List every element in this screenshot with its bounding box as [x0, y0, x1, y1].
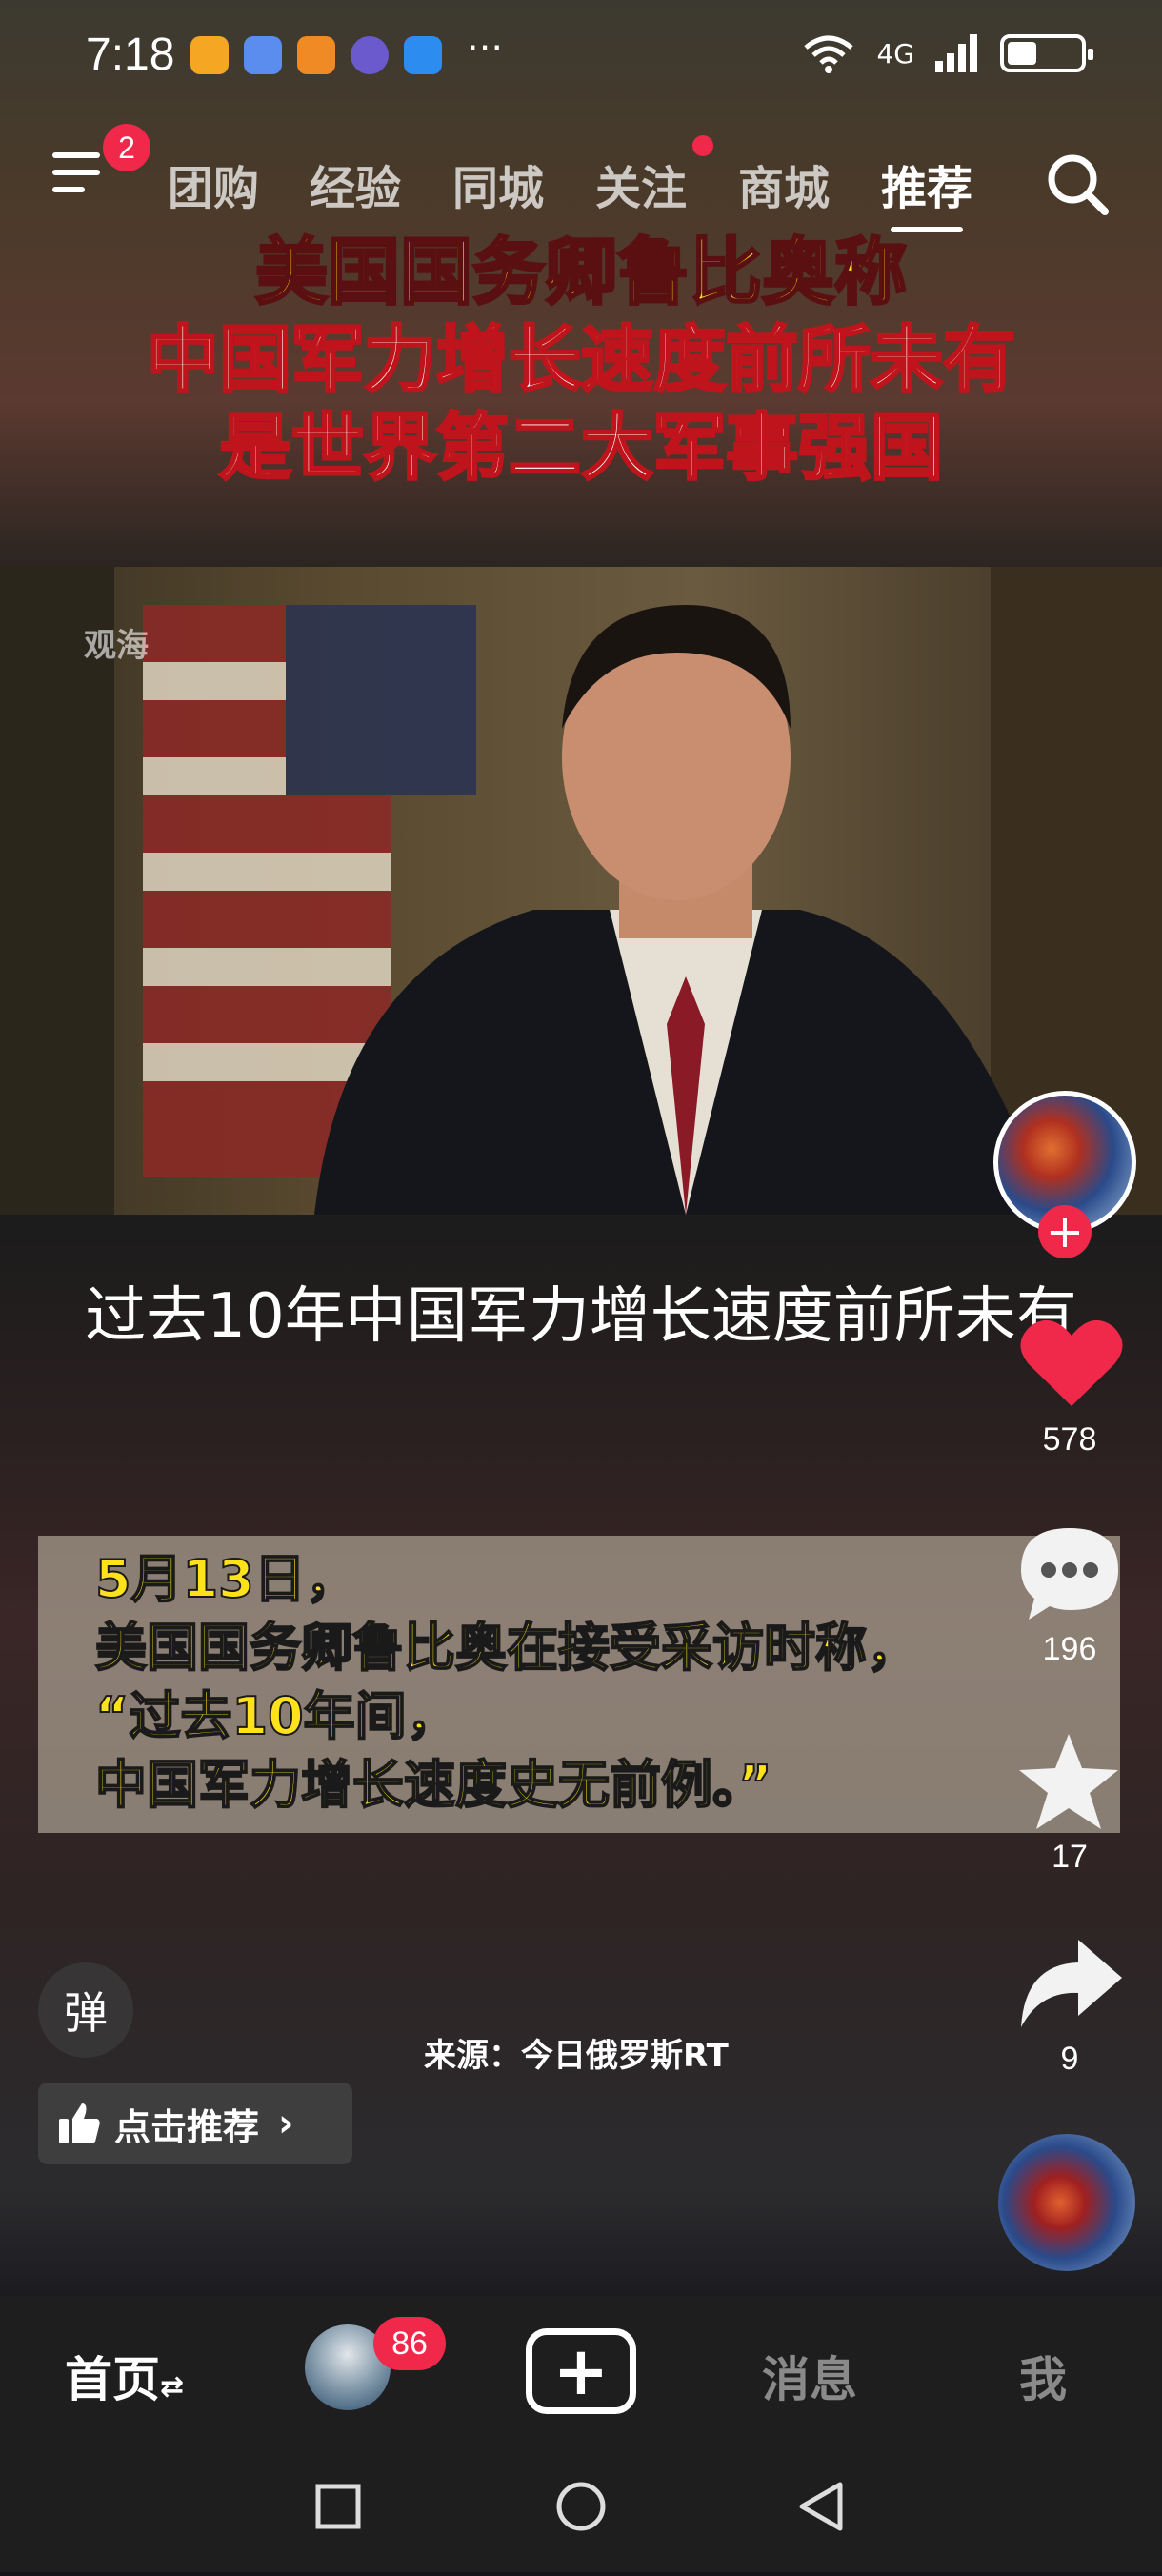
channel-logo: 观海 [84, 627, 149, 665]
headline-line-1: 美国国务卿鲁比奥称 [254, 229, 909, 316]
video-subtitle: 过去10年中国军力增长速度前所未有 [85, 1281, 1077, 1352]
danmu-toggle-button[interactable]: 弹 [38, 1962, 133, 2058]
signal-icon [935, 34, 977, 72]
system-nav-icons [315, 2482, 843, 2531]
favorite-count: 17 [1052, 1839, 1088, 1875]
network-type: 4G [876, 37, 914, 70]
following-unread-dot [692, 135, 713, 156]
source-credit: 来源：今日俄罗斯RT [424, 2037, 729, 2075]
headline-line-2: 中国军力增长速度前所未有 [146, 316, 1017, 404]
nav-home[interactable]: 首页⇄ [65, 2342, 184, 2410]
status-bar: 7:18 ··· 4G [0, 0, 1162, 114]
notification-icons [190, 36, 442, 74]
tab-local[interactable]: 同城 [452, 151, 544, 217]
caption-line: “过去10年间， [94, 1685, 459, 1747]
interview-scene [0, 567, 1162, 1215]
status-right: 4G [800, 32, 1093, 74]
video-background[interactable]: 7:18 ··· 4G 2 团购 经验 同城 关注 商城 推荐 美国国务卿鲁比奥… [0, 0, 1162, 2296]
weather-app-icon [404, 36, 442, 74]
like-heart-icon[interactable] [1019, 1315, 1124, 1410]
bottom-nav: 首页⇄ 86 + 消息 我 [0, 2296, 1162, 2448]
share-count: 9 [1060, 2041, 1079, 2077]
plus-icon: + [552, 2332, 610, 2410]
nav-messages[interactable]: 消息 [762, 2342, 857, 2410]
caption-line: 5月13日， [94, 1548, 358, 1610]
wifi-icon [804, 35, 854, 73]
home-circle-icon[interactable] [556, 2482, 606, 2531]
music-disc-avatar[interactable] [998, 2134, 1135, 2271]
battery-icon [1000, 34, 1093, 72]
video-app-icon [297, 36, 335, 74]
nav-home-label: 首页 [65, 2352, 160, 2407]
headline-line-3: 是世界第二大军事强国 [218, 404, 945, 492]
follow-button[interactable]: + [1038, 1205, 1092, 1258]
favorite-star-icon[interactable] [1015, 1730, 1122, 1835]
app-notification-icon [190, 36, 229, 74]
create-button[interactable]: + [526, 2328, 636, 2414]
menu-badge: 2 [103, 124, 150, 171]
video-frame [0, 567, 1162, 1215]
comment-count: 196 [1042, 1631, 1097, 1667]
caption-line: 美国国务卿鲁比奥在接受采访时称， [94, 1617, 919, 1679]
tab-following[interactable]: 关注 [595, 151, 687, 217]
chevron-right-icon: › [278, 2102, 294, 2145]
tab-mall[interactable]: 商城 [738, 151, 830, 217]
switch-arrows-icon: ⇄ [160, 2370, 185, 2404]
more-notifications-icon: ··· [467, 27, 504, 70]
game-app-icon [351, 36, 389, 74]
menu-icon[interactable] [52, 152, 110, 210]
like-count: 578 [1042, 1421, 1097, 1458]
nav-me[interactable]: 我 [1019, 2342, 1067, 2410]
top-nav: 2 团购 经验 同城 关注 商城 推荐 [0, 124, 1162, 232]
caption-box: 5月13日， 美国国务卿鲁比奥在接受采访时称， “过去10年间， 中国军力增长速… [38, 1536, 1120, 1833]
system-nav-bar [0, 2448, 1162, 2572]
status-time: 7:18 [86, 30, 175, 80]
tab-experience[interactable]: 经验 [310, 151, 401, 217]
friends-badge: 86 [373, 2317, 446, 2370]
thumbs-up-icon [59, 2103, 100, 2143]
back-triangle-icon[interactable] [799, 2482, 843, 2531]
video-headline: 美国国务卿鲁比奥称 中国军力增长速度前所未有 是世界第二大军事强国 [0, 229, 1162, 492]
tab-recommend[interactable]: 推荐 [881, 151, 972, 232]
caption-line: 中国军力增长速度史无前例。” [94, 1754, 773, 1816]
recommend-label: 点击推荐 [114, 2105, 260, 2148]
search-icon[interactable] [1044, 151, 1111, 217]
recommend-button[interactable]: 点击推荐 › [38, 2083, 352, 2164]
share-arrow-icon[interactable] [1017, 1936, 1124, 2031]
recent-apps-icon[interactable] [315, 2484, 361, 2529]
music-app-icon [244, 36, 282, 74]
tab-group-buy[interactable]: 团购 [168, 151, 259, 217]
comment-icon[interactable] [1017, 1524, 1122, 1623]
